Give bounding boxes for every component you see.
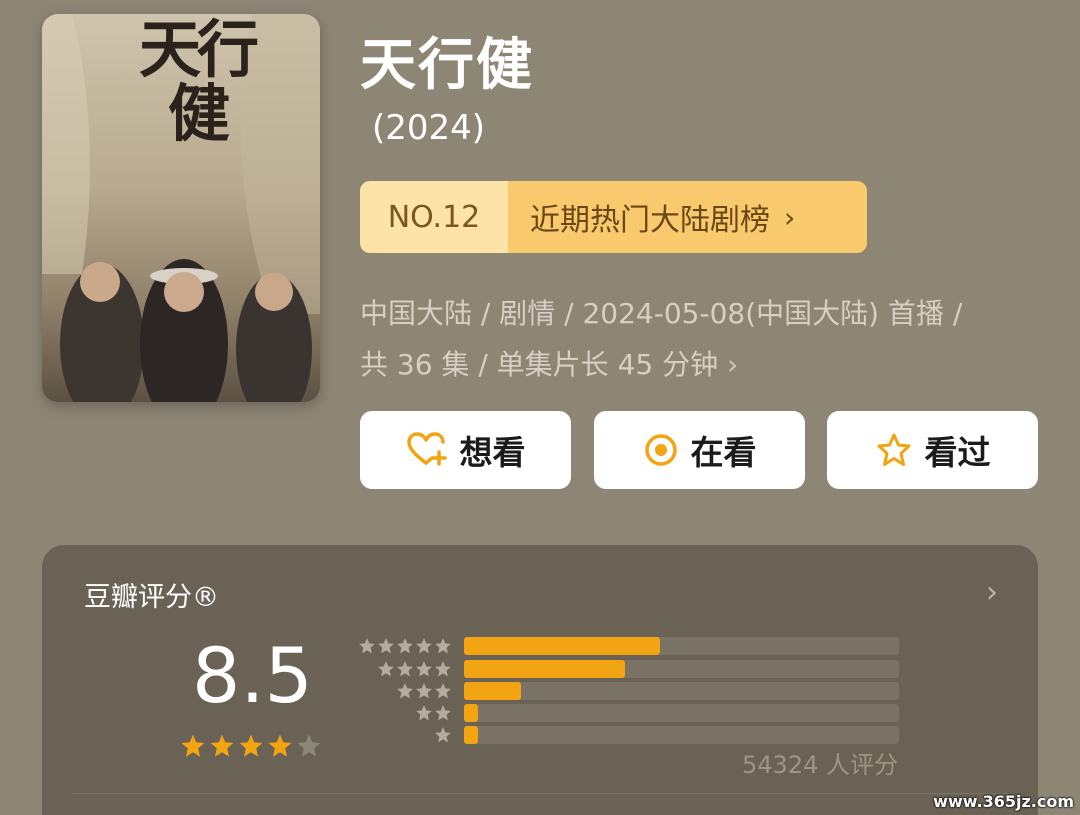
rating-title: 豆瓣评分® bbox=[84, 582, 219, 613]
distribution-bar-track bbox=[464, 660, 899, 678]
star-icon bbox=[397, 661, 413, 677]
watching-label: 在看 bbox=[690, 433, 757, 472]
star-icon bbox=[435, 727, 451, 743]
distribution-bar-fill bbox=[464, 726, 478, 744]
target-circle-icon bbox=[644, 434, 677, 466]
star-icon bbox=[435, 705, 451, 721]
chevron-right-icon: › bbox=[727, 348, 739, 381]
star-icon bbox=[416, 683, 432, 699]
chevron-right-icon[interactable]: › bbox=[986, 575, 998, 610]
rating-stars bbox=[180, 733, 322, 759]
star-outline-icon bbox=[877, 433, 910, 466]
star-icon bbox=[239, 734, 263, 757]
star-icon bbox=[181, 734, 205, 757]
distribution-stars bbox=[434, 726, 452, 744]
star-icon bbox=[210, 734, 234, 757]
star-icon bbox=[435, 638, 451, 654]
distribution-bar-track bbox=[464, 704, 899, 722]
star-icon bbox=[416, 705, 432, 721]
star-icon bbox=[397, 638, 413, 654]
star-icon bbox=[416, 661, 432, 677]
star-icon bbox=[378, 638, 394, 654]
rating-card[interactable]: 豆瓣评分® › 8.5 54324 人评分 bbox=[42, 545, 1038, 815]
meta-info[interactable]: 中国大陆 / 剧情 / 2024-05-08(中国大陆) 首播 / 共 36 集… bbox=[360, 288, 1040, 390]
distribution-bar-fill bbox=[464, 682, 521, 700]
watermark: www.365jz.com bbox=[933, 792, 1074, 811]
rank-badge[interactable]: NO.12 近期热门大陆剧榜 › bbox=[360, 181, 867, 253]
want-to-watch-label: 想看 bbox=[459, 433, 526, 472]
release-year: (2024) bbox=[372, 108, 486, 148]
star-icon bbox=[359, 638, 375, 654]
divider bbox=[72, 793, 1008, 794]
star-icon bbox=[378, 661, 394, 677]
distribution-stars bbox=[358, 637, 452, 655]
rating-count: 54324 人评分 bbox=[742, 751, 898, 779]
distribution-stars bbox=[415, 704, 452, 722]
distribution-stars bbox=[377, 660, 452, 678]
distribution-bar-track bbox=[464, 726, 899, 744]
star-icon bbox=[435, 683, 451, 699]
distribution-stars bbox=[396, 682, 452, 700]
distribution-bar-track bbox=[464, 682, 899, 700]
meta-line-2: 共 36 集 / 单集片长 45 分钟 bbox=[360, 348, 719, 381]
star-icon bbox=[268, 734, 292, 757]
star-icon bbox=[397, 683, 413, 699]
poster-image[interactable]: 天行健 bbox=[42, 14, 320, 402]
page-title: 天行健 bbox=[360, 33, 534, 98]
star-icon bbox=[416, 638, 432, 654]
poster-title: 天行健 bbox=[138, 14, 259, 150]
rank-list-label: 近期热门大陆剧榜 bbox=[530, 203, 770, 238]
watching-button[interactable]: 在看 bbox=[594, 411, 805, 489]
heart-plus-icon bbox=[406, 432, 447, 466]
distribution-bar-fill bbox=[464, 637, 660, 655]
chevron-right-icon: › bbox=[784, 200, 796, 234]
distribution-bar-track bbox=[464, 637, 899, 655]
rating-score: 8.5 bbox=[192, 631, 313, 720]
rank-number: NO.12 bbox=[360, 181, 508, 253]
rank-list-link[interactable]: 近期热门大陆剧榜 › bbox=[508, 181, 867, 253]
watched-button[interactable]: 看过 bbox=[827, 411, 1038, 489]
meta-line-1: 中国大陆 / 剧情 / 2024-05-08(中国大陆) 首播 / bbox=[360, 297, 963, 330]
want-to-watch-button[interactable]: 想看 bbox=[360, 411, 571, 489]
star-icon bbox=[297, 734, 321, 757]
star-icon bbox=[435, 661, 451, 677]
meta-line-2-wrap: 共 36 集 / 单集片长 45 分钟 › bbox=[360, 339, 1040, 390]
watched-label: 看过 bbox=[924, 433, 991, 472]
distribution-bar-fill bbox=[464, 704, 478, 722]
distribution-bar-fill bbox=[464, 660, 625, 678]
